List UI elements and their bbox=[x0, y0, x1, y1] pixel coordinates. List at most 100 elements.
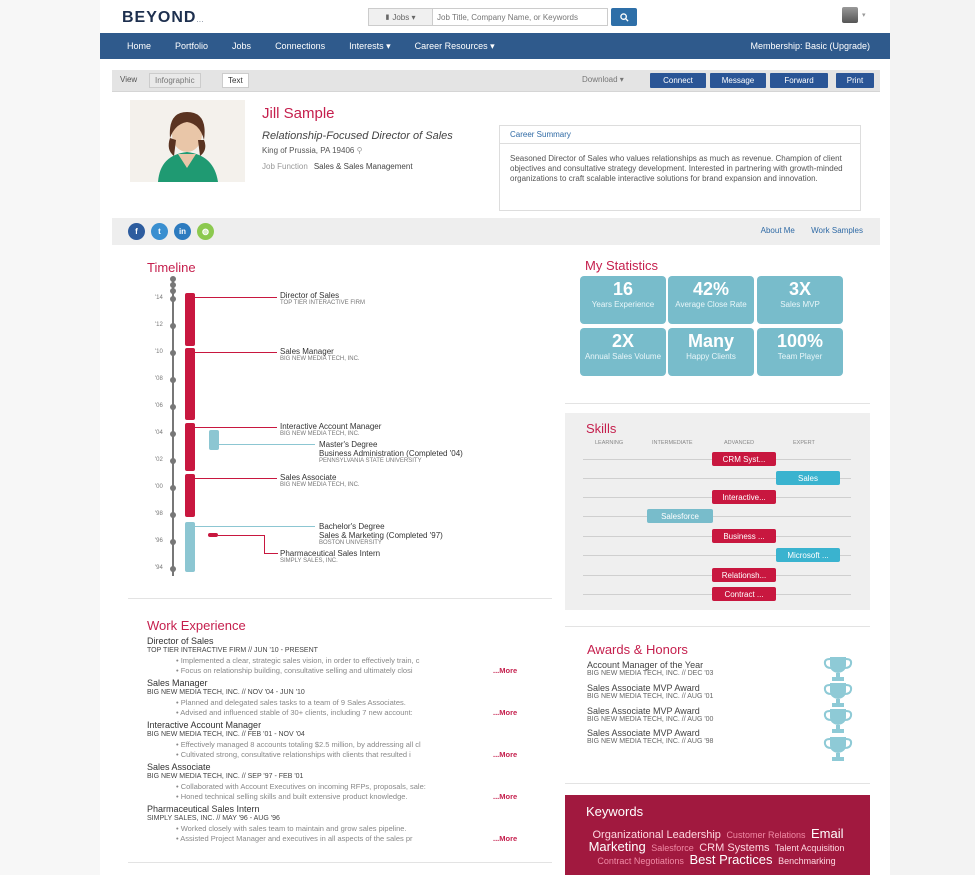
nav-home[interactable]: Home bbox=[127, 41, 151, 51]
skill-bar[interactable]: Contract ... bbox=[712, 587, 776, 601]
more-link[interactable]: ...More bbox=[493, 792, 517, 801]
timeline-role: Bachelor's Degree bbox=[319, 522, 385, 531]
message-button[interactable]: Message bbox=[710, 73, 766, 88]
timeline-dot bbox=[170, 431, 176, 437]
skill-bar[interactable]: Sales bbox=[776, 471, 840, 485]
nav-connections[interactable]: Connections bbox=[275, 41, 325, 51]
keyword-tag[interactable]: Salesforce bbox=[651, 843, 694, 853]
job-title: Sales Manager bbox=[147, 678, 208, 688]
timeline-year: '12 bbox=[155, 322, 163, 328]
timeline-connector bbox=[264, 553, 278, 554]
keyword-tag[interactable]: Contract Negotiations bbox=[597, 856, 684, 866]
skill-bar[interactable]: Microsoft ... bbox=[776, 548, 840, 562]
timeline-org: TOP TIER INTERACTIVE FIRM bbox=[280, 300, 366, 306]
website-icon[interactable]: ◍ bbox=[197, 223, 214, 240]
work-samples-link[interactable]: Work Samples bbox=[811, 226, 863, 235]
search-button[interactable] bbox=[611, 8, 637, 26]
timeline-dot bbox=[170, 288, 176, 294]
stat-label: Sales MVP bbox=[780, 300, 820, 309]
timeline-role: Pharmaceutical Sales Intern bbox=[280, 549, 381, 558]
skill-level-header: INTERMEDIATE bbox=[652, 440, 693, 446]
timeline-year: '94 bbox=[155, 565, 163, 571]
view-label: View bbox=[120, 75, 138, 84]
linkedin-icon[interactable]: in bbox=[174, 223, 191, 240]
timeline-dot bbox=[170, 539, 176, 545]
keyword-tag[interactable]: Benchmarking bbox=[778, 856, 836, 866]
nav-career-resources[interactable]: Career Resources ▾ bbox=[415, 41, 495, 52]
timeline-bar-account-manager[interactable] bbox=[185, 423, 195, 471]
skill-bar[interactable]: Salesforce bbox=[647, 509, 713, 523]
stat-value: Many bbox=[687, 331, 734, 351]
timeline-bar-intern[interactable] bbox=[208, 533, 218, 537]
more-link[interactable]: ...More bbox=[493, 666, 517, 675]
twitter-icon[interactable]: t bbox=[151, 223, 168, 240]
about-me-link[interactable]: About Me bbox=[761, 226, 795, 235]
keyword-tag[interactable]: Best Practices bbox=[689, 852, 772, 867]
connect-button[interactable]: Connect bbox=[650, 73, 706, 88]
forward-button[interactable]: Forward bbox=[770, 73, 828, 88]
skill-bar[interactable]: CRM Syst... bbox=[712, 452, 776, 466]
nav-jobs[interactable]: Jobs bbox=[232, 41, 251, 51]
timeline-org: BIG NEW MEDIA TECH, INC. bbox=[280, 356, 360, 362]
career-summary: Career Summary Seasoned Director of Sale… bbox=[499, 125, 861, 211]
search-category-select[interactable]: ▮ Jobs ▾ bbox=[368, 8, 432, 26]
chevron-down-icon[interactable]: ▾ bbox=[862, 11, 866, 19]
job-org: TOP TIER INTERACTIVE FIRM // JUN '10 - P… bbox=[147, 647, 318, 654]
timeline-year: '04 bbox=[155, 430, 163, 436]
timeline-dot bbox=[170, 485, 176, 491]
job-function-value: Sales & Sales Management bbox=[313, 162, 413, 171]
profile-header: Jill Sample Relationship-Focused Directo… bbox=[112, 92, 880, 218]
job-title: Pharmaceutical Sales Intern bbox=[147, 804, 260, 814]
download-menu[interactable]: Download ▾ bbox=[582, 75, 624, 84]
skill-bar[interactable]: Interactive... bbox=[712, 490, 776, 504]
timeline-connector bbox=[218, 535, 264, 536]
timeline-bar-sales-manager[interactable] bbox=[185, 348, 195, 420]
timeline-bar-bachelors[interactable] bbox=[185, 522, 195, 572]
keyword-tag[interactable]: Customer Relations bbox=[726, 830, 805, 840]
keywords-title: Keywords bbox=[586, 804, 644, 819]
user-avatar[interactable] bbox=[842, 7, 858, 23]
stat-value: 2X bbox=[611, 331, 635, 351]
timeline-connector bbox=[219, 444, 315, 445]
more-link[interactable]: ...More bbox=[493, 750, 517, 759]
tab-infographic[interactable]: Infographic bbox=[149, 73, 201, 88]
job-bullet: • Cultivated strong, consultative relati… bbox=[176, 750, 411, 759]
timeline-year: '98 bbox=[155, 511, 163, 517]
keyword-tag[interactable]: Talent Acquisition bbox=[775, 843, 845, 853]
timeline-year: '96 bbox=[155, 538, 163, 544]
statistics-title: My Statistics bbox=[585, 258, 658, 273]
more-link[interactable]: ...More bbox=[493, 834, 517, 843]
search-input[interactable] bbox=[432, 8, 608, 26]
section-divider bbox=[565, 403, 870, 404]
nav-interests[interactable]: Interests ▾ bbox=[349, 41, 391, 52]
timeline-year: '00 bbox=[155, 484, 163, 490]
keyword-cloud: Organizational Leadership Customer Relat… bbox=[583, 827, 853, 867]
skill-bar[interactable]: Relationsh... bbox=[712, 568, 776, 582]
skill-level-header: LEARNING bbox=[595, 440, 624, 446]
trophy-icon bbox=[823, 683, 853, 707]
profile-photo bbox=[130, 100, 245, 182]
tab-text[interactable]: Text bbox=[222, 73, 249, 88]
timeline-role-detail: Sales & Marketing (Completed '97) bbox=[319, 531, 443, 540]
timeline-bar-masters[interactable] bbox=[209, 430, 219, 450]
stat-card: 2X Annual Sales Volume bbox=[580, 328, 666, 376]
timeline-year: '06 bbox=[155, 403, 163, 409]
skill-track bbox=[583, 516, 851, 517]
award-title: Sales Associate MVP Award bbox=[587, 706, 700, 716]
membership-link[interactable]: Membership: Basic (Upgrade) bbox=[750, 41, 870, 51]
stat-label: Annual Sales Volume bbox=[584, 352, 662, 361]
facebook-icon[interactable]: f bbox=[128, 223, 145, 240]
skill-bar[interactable]: Business ... bbox=[712, 529, 776, 543]
more-link[interactable]: ...More bbox=[493, 708, 517, 717]
timeline-bar-director[interactable] bbox=[185, 293, 195, 346]
print-button[interactable]: Print bbox=[836, 73, 874, 88]
job-title: Interactive Account Manager bbox=[147, 720, 262, 730]
timeline-year: '02 bbox=[155, 457, 163, 463]
timeline-bar-sales-associate[interactable] bbox=[185, 474, 195, 517]
timeline-dot bbox=[170, 323, 176, 329]
timeline-org: PENNSYLVANIA STATE UNIVERSITY bbox=[319, 458, 422, 464]
timeline-dot bbox=[170, 296, 176, 302]
logo[interactable]: BEYOND... bbox=[122, 9, 204, 27]
nav-portfolio[interactable]: Portfolio bbox=[175, 41, 208, 51]
job-bullet: • Implemented a clear, strategic sales v… bbox=[176, 656, 420, 665]
